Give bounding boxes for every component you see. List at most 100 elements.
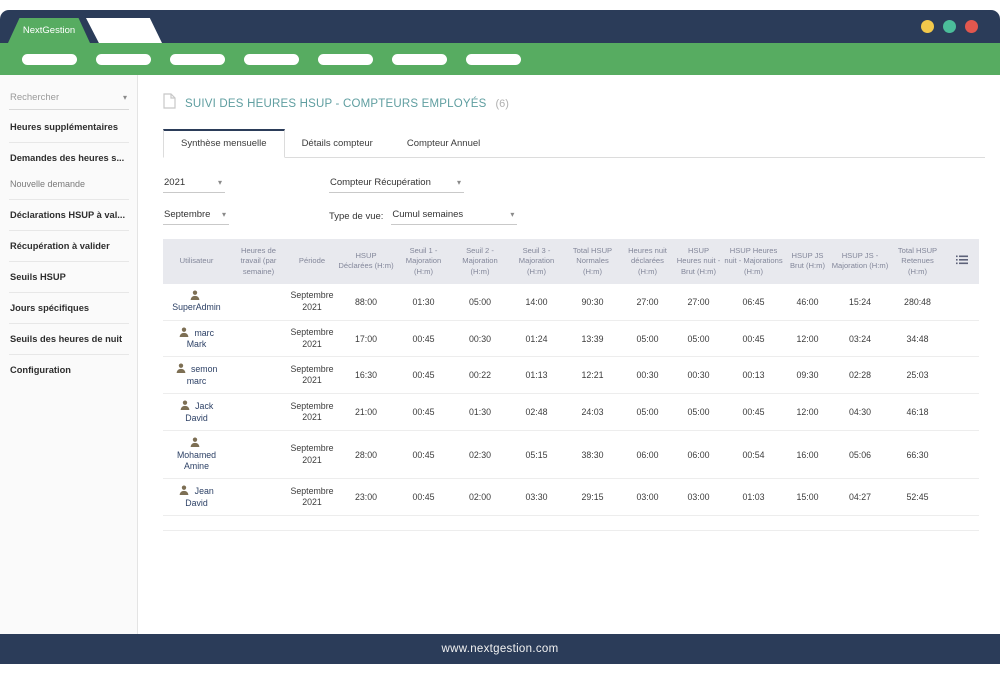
user-cell[interactable]: JeanDavid bbox=[163, 479, 230, 516]
column-header[interactable]: HSUP Heures nuit - Brut (H:m) bbox=[675, 239, 722, 284]
user-icon bbox=[190, 437, 200, 447]
nav-pill[interactable] bbox=[466, 54, 521, 65]
value-cell: 04:30 bbox=[830, 394, 890, 431]
table-row: marcMarkSeptembre 202117:0000:4500:3001:… bbox=[163, 320, 979, 357]
divider bbox=[9, 323, 129, 324]
user-cell[interactable]: marcMark bbox=[163, 320, 230, 357]
sidebar-item[interactable]: Configuration bbox=[9, 357, 129, 383]
window-top-margin bbox=[0, 0, 1000, 10]
value-cell: 46:18 bbox=[890, 394, 945, 431]
value-cell: 01:30 bbox=[395, 284, 452, 320]
value-cell: 06:00 bbox=[675, 431, 722, 479]
column-header[interactable]: Heures nuit déclarées (H:m) bbox=[620, 239, 675, 284]
user-cell[interactable]: SuperAdmin bbox=[163, 284, 230, 320]
column-header[interactable]: HSUP JS - Majoration (H:m) bbox=[830, 239, 890, 284]
column-header[interactable]: HSUP Déclarées (H:m) bbox=[337, 239, 395, 284]
value-cell: 00:45 bbox=[395, 394, 452, 431]
value-cell: 00:45 bbox=[395, 431, 452, 479]
value-cell: 00:54 bbox=[722, 431, 785, 479]
column-list-icon[interactable] bbox=[945, 239, 979, 284]
value-cell: 05:06 bbox=[830, 431, 890, 479]
value-cell: 00:45 bbox=[395, 320, 452, 357]
value-cell: 03:24 bbox=[830, 320, 890, 357]
value-cell: 05:15 bbox=[508, 431, 565, 479]
table-row: SuperAdminSeptembre 202188:0001:3005:001… bbox=[163, 284, 979, 320]
view-type-select[interactable]: Cumul semaines ▾ bbox=[391, 207, 517, 225]
nav-pill[interactable] bbox=[392, 54, 447, 65]
tab-compteur-annuel[interactable]: Compteur Annuel bbox=[390, 129, 497, 157]
value-cell: 00:22 bbox=[452, 357, 508, 394]
value-cell: 17:00 bbox=[337, 320, 395, 357]
row-actions-cell bbox=[945, 431, 979, 479]
search-select[interactable]: Rechercher ▾ bbox=[9, 89, 129, 110]
sidebar: Rechercher ▾ Heures supplémentaires Deman… bbox=[0, 75, 138, 634]
sidebar-item[interactable]: Nouvelle demande bbox=[9, 171, 129, 197]
value-cell: 06:00 bbox=[620, 431, 675, 479]
counter-type-value: Compteur Récupération bbox=[330, 177, 431, 188]
column-header[interactable]: HSUP Heures nuit - Majorations (H:m) bbox=[722, 239, 785, 284]
table-row: JeanDavidSeptembre 202123:0000:4502:0003… bbox=[163, 479, 979, 516]
column-header[interactable]: Période bbox=[287, 239, 337, 284]
view-type-value: Cumul semaines bbox=[392, 209, 463, 220]
value-cell: 00:30 bbox=[620, 357, 675, 394]
divider bbox=[163, 530, 979, 531]
traffic-light-2[interactable] bbox=[965, 20, 978, 33]
value-cell: 00:45 bbox=[722, 394, 785, 431]
sidebar-item[interactable]: Heures supplémentaires bbox=[9, 114, 129, 140]
sidebar-item[interactable]: Jours spécifiques bbox=[9, 295, 129, 321]
divider bbox=[9, 230, 129, 231]
value-cell: 00:13 bbox=[722, 357, 785, 394]
column-header[interactable]: HSUP JS Brut (H:m) bbox=[785, 239, 830, 284]
traffic-light-0[interactable] bbox=[921, 20, 934, 33]
user-cell[interactable]: JackDavid bbox=[163, 394, 230, 431]
nav-pill[interactable] bbox=[170, 54, 225, 65]
value-cell: 01:24 bbox=[508, 320, 565, 357]
value-cell: 00:30 bbox=[675, 357, 722, 394]
sidebar-item[interactable]: Déclarations HSUP à val... bbox=[9, 202, 129, 228]
period-cell: Septembre 2021 bbox=[287, 357, 337, 394]
nav-pill[interactable] bbox=[22, 54, 77, 65]
value-cell: 02:48 bbox=[508, 394, 565, 431]
traffic-light-1[interactable] bbox=[943, 20, 956, 33]
document-icon bbox=[163, 93, 176, 114]
user-cell[interactable]: MohamedAmine bbox=[163, 431, 230, 479]
value-cell: 00:45 bbox=[722, 320, 785, 357]
table-row: semonmarcSeptembre 202116:3000:4500:2201… bbox=[163, 357, 979, 394]
period-cell: Septembre 2021 bbox=[287, 431, 337, 479]
nav-pill[interactable] bbox=[244, 54, 299, 65]
value-cell: 12:21 bbox=[565, 357, 620, 394]
chevron-down-icon: ▾ bbox=[123, 93, 127, 102]
column-header[interactable]: Utilisateur bbox=[163, 239, 230, 284]
row-actions-cell bbox=[945, 479, 979, 516]
value-cell: 02:00 bbox=[452, 479, 508, 516]
user-icon bbox=[179, 327, 189, 337]
page-title: SUIVI DES HEURES HSUP - COMPTEURS EMPLOY… bbox=[185, 98, 487, 110]
tab-d-tails-compteur[interactable]: Détails compteur bbox=[285, 129, 390, 157]
browser-tab[interactable] bbox=[86, 18, 162, 43]
sidebar-item[interactable]: Récupération à valider bbox=[9, 233, 129, 259]
value-cell: 25:03 bbox=[890, 357, 945, 394]
counter-type-select[interactable]: Compteur Récupération ▾ bbox=[329, 175, 464, 193]
period-cell: Septembre 2021 bbox=[287, 320, 337, 357]
column-header[interactable]: Total HSUP Normales (H:m) bbox=[565, 239, 620, 284]
value-cell: 27:00 bbox=[675, 284, 722, 320]
sidebar-item[interactable]: Seuils des heures de nuit bbox=[9, 326, 129, 352]
user-cell[interactable]: semonmarc bbox=[163, 357, 230, 394]
nav-pill[interactable] bbox=[318, 54, 373, 65]
window-titlebar: NextGestion bbox=[0, 10, 1000, 43]
nav-pill[interactable] bbox=[96, 54, 151, 65]
sidebar-item[interactable]: Seuils HSUP bbox=[9, 264, 129, 290]
column-header[interactable]: Total HSUP Retenues (H:m) bbox=[890, 239, 945, 284]
chevron-down-icon: ▾ bbox=[218, 178, 222, 187]
sidebar-item[interactable]: Demandes des heures s... bbox=[9, 145, 129, 171]
column-header[interactable]: Heures de travail (par semaine) bbox=[230, 239, 287, 284]
chevron-down-icon: ▾ bbox=[457, 178, 461, 187]
tab-synth-se-mensuelle[interactable]: Synthèse mensuelle bbox=[163, 129, 285, 158]
column-header[interactable]: Seuil 3 - Majoration (H:m) bbox=[508, 239, 565, 284]
year-select[interactable]: 2021 ▾ bbox=[163, 175, 225, 193]
month-select[interactable]: Septembre ▾ bbox=[163, 207, 229, 225]
column-header[interactable]: Seuil 2 - Majoration (H:m) bbox=[452, 239, 508, 284]
row-actions-cell bbox=[945, 357, 979, 394]
column-header[interactable]: Seuil 1 - Majoration (H:m) bbox=[395, 239, 452, 284]
brand-tab[interactable]: NextGestion bbox=[8, 18, 90, 43]
